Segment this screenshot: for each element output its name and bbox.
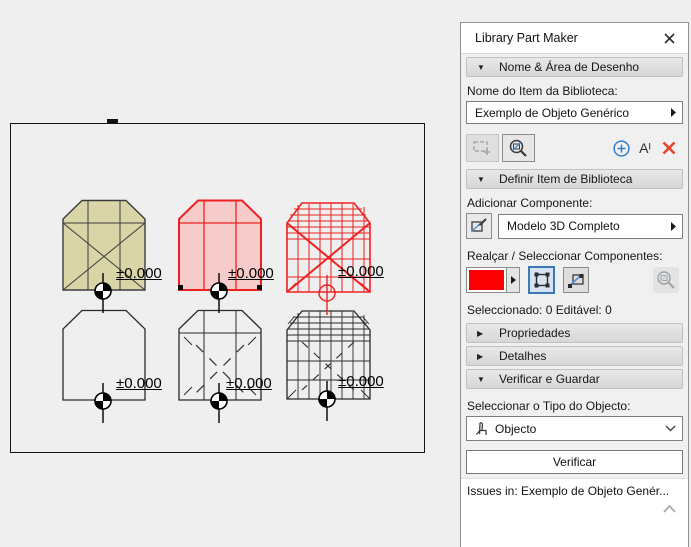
object-type-combobox[interactable]: Objecto [466,416,683,441]
text-edit-icon: Aᴵ [639,140,651,156]
color-flyout-button[interactable] [507,267,520,293]
triangle-right-icon: ▶ [477,328,484,338]
zoom-selection-icon [657,271,675,289]
section-label: Verificar e Guardar [499,372,600,386]
section-header-propriedades[interactable]: ▶ Propriedades [466,323,683,343]
close-icon [663,32,675,44]
triangle-down-icon: ▼ [477,374,485,384]
nome-item-label: Nome do Item da Biblioteca: [467,84,618,98]
zoom-to-selection-button[interactable] [653,267,679,293]
level-label: ±0.000 [338,373,384,390]
adicionar-label: Adicionar Componente: [467,196,593,210]
color-swatch-frame [466,267,507,293]
panel-title: Library Part Maker [475,31,578,45]
selection-status: Seleccionado: 0 Editável: 0 [467,303,612,317]
component-type-value: Modelo 3D Completo [507,219,620,233]
delete-item-button[interactable] [657,136,681,160]
highlight-color-picker[interactable] [466,267,520,293]
frame-top-marker [107,119,118,124]
add-component-row: Modelo 3D Completo [466,213,683,239]
pick-component-button[interactable] [466,213,492,239]
highlight-color-swatch [469,270,504,290]
level-marker[interactable] [90,383,116,423]
deselect-icon [568,274,584,288]
zoom-to-frame-button[interactable] [502,134,535,162]
close-button[interactable] [660,29,678,47]
realcar-label: Realçar / Seleccionar Componentes: [467,249,663,263]
level-label: ±0.000 [116,265,162,282]
section-header-detalhes[interactable]: ▶ Detalhes [466,346,683,366]
panel-titlebar: Library Part Maker [461,23,688,54]
section-label: Detalhes [499,349,547,363]
triangle-down-icon: ▼ [477,62,485,72]
section-header-nome-area[interactable]: ▼ Nome & Área de Desenho [466,57,683,77]
tipo-label: Seleccionar o Tipo do Objecto: [467,399,631,413]
circle-plus-icon [612,139,630,157]
nome-item-value: Exemplo de Objeto Genérico [475,105,630,120]
verificar-button[interactable]: Verificar [466,450,683,474]
level-marker[interactable] [314,381,340,421]
chevron-up-icon[interactable] [663,505,676,513]
triangle-right-icon: ▶ [477,351,484,361]
chair-object-icon [476,421,487,435]
draw-component-icon [471,218,487,232]
add-drawing-frame-button[interactable] [466,134,499,162]
add-frame-icon [473,141,490,155]
nome-item-dropdown[interactable]: Exemplo de Objeto Genérico [466,101,683,124]
level-label: ±0.000 [338,263,384,280]
chevron-down-icon [665,425,676,432]
library-part-maker-panel: Library Part Maker ▼ Nome & Área de Dese… [460,22,689,547]
section-header-definir[interactable]: ▼ Definir Item de Biblioteca [466,169,683,189]
add-item-button[interactable] [609,136,633,160]
section-header-verificar[interactable]: ▼ Verificar e Guardar [466,369,683,389]
issues-item[interactable]: Issues in: Exemplo de Objeto Genér... [467,484,682,498]
deselect-components-button[interactable] [563,267,589,293]
flyout-arrow-icon [671,221,676,231]
level-label: ±0.000 [226,375,272,392]
object-type-value: Objecto [495,421,537,436]
level-label: ±0.000 [228,265,274,282]
flyout-arrow-icon [671,108,676,117]
zoom-frame-icon [509,139,527,157]
drawing-canvas[interactable]: ±0.000 ±0.000 ±0.000 ±0.000 ±0.000 ±0.00… [0,0,460,547]
marquee-select-icon [534,272,549,288]
library-part-maker-window: ±0.000 ±0.000 ±0.000 ±0.000 ±0.000 ±0.00… [0,0,691,547]
flyout-arrow-icon [510,276,516,284]
level-label: ±0.000 [116,375,162,392]
level-marker[interactable] [90,273,116,313]
section-label: Nome & Área de Desenho [499,60,640,74]
section-label: Definir Item de Biblioteca [499,172,633,186]
select-components-button[interactable] [528,266,555,294]
level-marker-open[interactable] [314,275,340,315]
section-label: Propriedades [499,326,571,340]
issues-list[interactable]: Issues in: Exemplo de Objeto Genér... [461,478,688,547]
highlight-select-row [466,266,683,294]
component-type-dropdown[interactable]: Modelo 3D Completo [498,213,683,239]
triangle-down-icon: ▼ [477,174,485,184]
delete-x-icon [662,141,676,155]
drawing-toolbar: Aᴵ [466,134,683,162]
rename-item-button[interactable]: Aᴵ [633,136,657,160]
